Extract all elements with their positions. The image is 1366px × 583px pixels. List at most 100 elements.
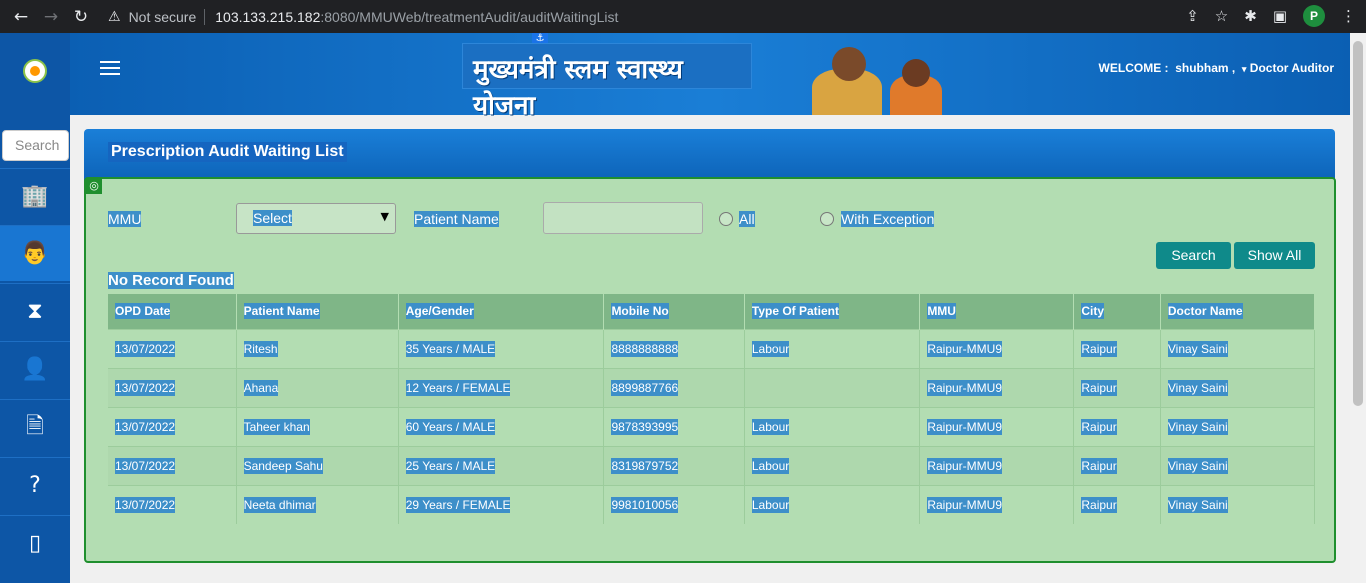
table-row[interactable]: 13/07/2022 Ahana 12 Years / FEMALE 88998877… [108, 367, 1316, 407]
file-medical-icon[interactable]: 🗎 [0, 399, 70, 455]
cell-text: Labour [751, 457, 790, 474]
cell-text: Labour [751, 418, 790, 435]
cell-text: Raipur-MMU9 [927, 496, 1002, 513]
table-cell: 25 Years / MALE [398, 445, 605, 485]
column-header-label: OPD Date [115, 303, 171, 320]
radio-with-exception[interactable] [820, 212, 834, 226]
forward-icon[interactable]: → [36, 7, 66, 27]
column-header-label: Doctor Name [1167, 303, 1243, 320]
cell-text: Raipur [1081, 496, 1117, 513]
welcome-label: WELCOME : [1098, 61, 1169, 75]
url-host: 103.133.215.182 [215, 8, 321, 25]
radio-exception-label: With Exception [841, 211, 935, 227]
scrollbar[interactable] [1350, 33, 1366, 583]
scrollbar-thumb[interactable] [1353, 41, 1363, 406]
radio-all-label: All [739, 211, 755, 227]
cell-text: 8319879752 [611, 457, 679, 474]
star-icon[interactable]: ☆ [1215, 7, 1228, 25]
column-header: City [1073, 294, 1161, 329]
table-cell: Vinay Saini [1160, 484, 1316, 524]
page-title: Prescription Audit Waiting List [108, 142, 347, 162]
cell-text: Vinay Saini [1167, 340, 1228, 357]
column-header: Patient Name [236, 294, 399, 329]
patient-name-input[interactable] [543, 202, 703, 234]
table-cell: Raipur-MMU9 [919, 406, 1075, 446]
table-row[interactable]: 13/07/2022 Sandeep Sahu 25 Years / MALE 831… [108, 445, 1316, 485]
sidebar-search-input[interactable]: Search [2, 130, 69, 161]
column-header-label: Patient Name [243, 303, 320, 320]
table-cell: Sandeep Sahu [236, 445, 399, 485]
table-cell: 60 Years / MALE [398, 406, 605, 446]
table-cell: 8899887766 [603, 367, 745, 407]
table-row[interactable]: 13/07/2022 Taheer khan 60 Years / MALE 9878… [108, 406, 1316, 446]
table-cell: Raipur [1073, 445, 1161, 485]
leaders-photo [798, 39, 948, 115]
table-cell: Raipur [1073, 484, 1161, 524]
cell-text: 9981010056 [611, 496, 679, 513]
table-row[interactable]: 13/07/2022 Neeta dhimar 29 Years / FEMALE 9… [108, 484, 1316, 524]
column-header: OPD Date [108, 294, 237, 329]
cell-text: 9878393995 [611, 418, 679, 435]
cell-text: Neeta dhimar [243, 496, 316, 513]
user-name: shubham , [1175, 61, 1236, 75]
cell-text: Raipur [1081, 418, 1117, 435]
panel-body: ◎ MMU Select ▼ Patient Name All With Exc… [84, 177, 1336, 563]
cell-text: Vinay Saini [1167, 418, 1228, 435]
table-cell: Labour [744, 406, 921, 446]
column-header: Type Of Patient [744, 294, 921, 329]
radio-all[interactable] [719, 212, 733, 226]
mobile-icon[interactable]: ▯ [0, 515, 70, 571]
doctor-icon[interactable]: 👨 [0, 225, 70, 281]
table-cell: Raipur [1073, 367, 1161, 407]
divider [204, 8, 206, 25]
search-button[interactable]: Search [1156, 242, 1231, 269]
column-header-label: Age/Gender [405, 303, 474, 320]
help-icon[interactable]: ? [0, 457, 70, 513]
table-cell: Ahana [236, 367, 399, 407]
user-role[interactable]: Doctor Auditor [1250, 61, 1334, 75]
table-cell: Raipur-MMU9 [919, 445, 1075, 485]
sidepanel-icon[interactable]: ▣ [1273, 7, 1287, 25]
column-header-label: Type Of Patient [751, 303, 839, 320]
extensions-icon[interactable]: ✱ [1244, 7, 1257, 25]
table-cell: Raipur-MMU9 [919, 367, 1075, 407]
mmu-select[interactable]: Select ▼ [236, 203, 396, 234]
table-cell: Raipur [1073, 406, 1161, 446]
security-label: Not secure [128, 8, 197, 25]
cell-text: Raipur [1081, 379, 1117, 396]
menu-icon[interactable]: ⋮ [1341, 7, 1356, 25]
user-shield-icon[interactable]: 👤 [0, 341, 70, 397]
table-cell: Raipur [1073, 328, 1161, 368]
url-path: :8080/MMUWeb/treatmentAudit/auditWaiting… [320, 8, 619, 25]
mmu-label: MMU [108, 211, 142, 227]
show-all-button[interactable]: Show All [1234, 242, 1315, 269]
share-icon[interactable]: ⇪ [1186, 7, 1199, 25]
profile-avatar[interactable]: P [1303, 5, 1325, 27]
hamburger-icon[interactable] [100, 61, 120, 75]
address-bar[interactable]: ⚠ Not secure 103.133.215.182:8080/MMUWeb… [108, 4, 1228, 29]
building-icon[interactable]: 🏢 [0, 168, 70, 224]
cell-text: Raipur-MMU9 [927, 418, 1002, 435]
table-cell: 13/07/2022 [108, 328, 237, 368]
cell-text: Raipur [1081, 457, 1117, 474]
table-row[interactable]: 13/07/2022 Ritesh 35 Years / MALE 888888888… [108, 328, 1316, 368]
logo [23, 59, 47, 83]
cell-text: Vinay Saini [1167, 457, 1228, 474]
back-icon[interactable]: ← [6, 7, 36, 27]
cell-text: Labour [751, 496, 790, 513]
dna-icon[interactable]: ⧗ [0, 283, 70, 339]
table-cell: 8319879752 [603, 445, 745, 485]
topbar: ⚓ मुख्यमंत्री स्लम स्वास्थ्य योजना WELCO… [70, 33, 1350, 121]
cell-text: Raipur-MMU9 [927, 340, 1002, 357]
cell-text: Ahana [243, 379, 279, 396]
panel-header: Prescription Audit Waiting List [84, 129, 1335, 181]
cell-text: 25 Years / MALE [405, 457, 496, 474]
table-cell: Labour [744, 484, 921, 524]
reload-icon[interactable]: ↻ [66, 7, 96, 27]
chevron-down-icon[interactable]: ▾ [1242, 64, 1247, 74]
cell-text: 29 Years / FEMALE [405, 496, 511, 513]
table-cell: 9981010056 [603, 484, 745, 524]
column-header-label: Mobile No [611, 303, 669, 320]
cell-text: 13/07/2022 [115, 418, 176, 435]
table-cell: Vinay Saini [1160, 367, 1316, 407]
